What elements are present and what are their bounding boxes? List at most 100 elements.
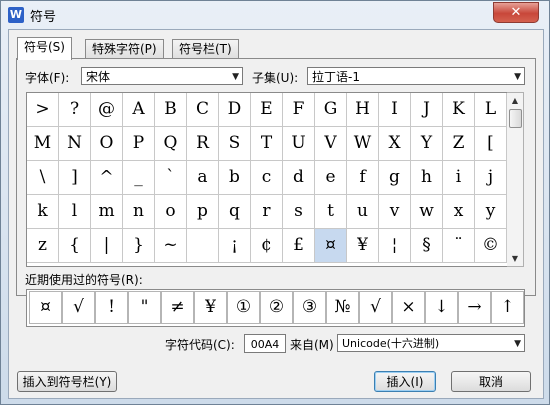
tab-symbol-bar[interactable]: 符号栏(T) xyxy=(172,39,239,59)
symbol-cell[interactable]: a xyxy=(187,161,219,195)
symbol-cell[interactable]: § xyxy=(411,229,443,263)
symbol-cell[interactable]: R xyxy=(187,127,219,161)
recent-symbol-cell[interactable]: ② xyxy=(260,291,293,324)
cancel-button[interactable]: 取消 xyxy=(451,371,531,392)
symbol-cell[interactable]: A xyxy=(123,93,155,127)
symbol-cell[interactable]: p xyxy=(187,195,219,229)
symbol-cell[interactable]: d xyxy=(283,161,315,195)
symbol-cell[interactable]: ? xyxy=(59,93,91,127)
symbol-cell[interactable]: U xyxy=(283,127,315,161)
recent-symbol-cell[interactable]: ① xyxy=(227,291,260,324)
symbol-cell[interactable]: h xyxy=(411,161,443,195)
symbol-cell[interactable]: ¥ xyxy=(347,229,379,263)
symbol-cell[interactable]: H xyxy=(347,93,379,127)
close-button[interactable]: ✕ xyxy=(493,2,539,23)
symbol-cell[interactable]: c xyxy=(251,161,283,195)
symbol-cell[interactable]: q xyxy=(219,195,251,229)
recent-symbol-cell[interactable]: ¥ xyxy=(194,291,227,324)
symbol-cell[interactable]: ¤ xyxy=(315,229,347,263)
symbol-cell[interactable]: E xyxy=(251,93,283,127)
scroll-up-arrow-icon[interactable]: ▲ xyxy=(507,93,523,108)
symbol-cell[interactable]: r xyxy=(251,195,283,229)
recent-symbol-cell[interactable]: √ xyxy=(62,291,95,324)
symbol-cell[interactable]: w xyxy=(411,195,443,229)
symbol-grid-scrollbar[interactable]: ▲ ▼ xyxy=(507,92,524,267)
symbol-cell[interactable]: s xyxy=(283,195,315,229)
recent-symbol-cell[interactable]: № xyxy=(326,291,359,324)
symbol-cell[interactable]: j xyxy=(475,161,507,195)
symbol-cell[interactable]: I xyxy=(379,93,411,127)
symbol-cell[interactable]: W xyxy=(347,127,379,161)
symbol-cell[interactable]: @ xyxy=(91,93,123,127)
scroll-down-arrow-icon[interactable]: ▼ xyxy=(507,251,523,266)
symbol-cell[interactable]: D xyxy=(219,93,251,127)
symbol-cell[interactable]: o xyxy=(155,195,187,229)
symbol-cell[interactable]: P xyxy=(123,127,155,161)
symbol-cell[interactable]: i xyxy=(443,161,475,195)
symbol-cell[interactable]: n xyxy=(123,195,155,229)
symbol-cell[interactable]: _ xyxy=(123,161,155,195)
symbol-cell[interactable]: \ xyxy=(27,161,59,195)
symbol-cell[interactable]: X xyxy=(379,127,411,161)
symbol-cell[interactable]: S xyxy=(219,127,251,161)
tab-special-characters[interactable]: 特殊字符(P) xyxy=(85,39,164,59)
char-code-input[interactable]: 00A4 xyxy=(244,334,286,353)
symbol-cell[interactable]: T xyxy=(251,127,283,161)
recent-symbol-cell[interactable]: ↑ xyxy=(491,291,524,324)
symbol-cell[interactable]: O xyxy=(91,127,123,161)
from-select[interactable]: Unicode(十六进制) ▼ xyxy=(337,334,525,352)
symbol-cell[interactable]: l xyxy=(59,195,91,229)
symbol-cell[interactable]: { xyxy=(59,229,91,263)
symbol-cell[interactable]: > xyxy=(27,93,59,127)
symbol-cell[interactable]: G xyxy=(315,93,347,127)
symbol-cell[interactable]: y xyxy=(475,195,507,229)
recent-symbol-cell[interactable]: √ xyxy=(359,291,392,324)
scrollbar-thumb[interactable] xyxy=(509,109,522,128)
symbol-cell[interactable]: F xyxy=(283,93,315,127)
symbol-cell[interactable] xyxy=(187,229,219,263)
symbol-cell[interactable]: x xyxy=(443,195,475,229)
insert-to-symbol-bar-button[interactable]: 插入到符号栏(Y) xyxy=(17,371,117,392)
symbol-cell[interactable]: ^ xyxy=(91,161,123,195)
symbol-cell[interactable]: [ xyxy=(475,127,507,161)
symbol-cell[interactable]: V xyxy=(315,127,347,161)
symbol-cell[interactable]: | xyxy=(91,229,123,263)
symbol-cell[interactable]: £ xyxy=(283,229,315,263)
symbol-cell[interactable]: k xyxy=(27,195,59,229)
symbol-cell[interactable]: Z xyxy=(443,127,475,161)
recent-symbol-cell[interactable]: × xyxy=(392,291,425,324)
symbol-cell[interactable]: Y xyxy=(411,127,443,161)
symbol-cell[interactable]: Q xyxy=(155,127,187,161)
symbol-cell[interactable]: f xyxy=(347,161,379,195)
tab-symbols[interactable]: 符号(S) xyxy=(17,37,72,60)
symbol-cell[interactable]: ¡ xyxy=(219,229,251,263)
recent-symbol-cell[interactable]: ↓ xyxy=(425,291,458,324)
recent-symbol-cell[interactable]: ≠ xyxy=(161,291,194,324)
symbol-cell[interactable]: } xyxy=(123,229,155,263)
symbol-cell[interactable]: v xyxy=(379,195,411,229)
symbol-cell[interactable]: g xyxy=(379,161,411,195)
symbol-cell[interactable]: © xyxy=(475,229,507,263)
recent-symbol-cell[interactable]: ¤ xyxy=(29,291,62,324)
symbol-cell[interactable]: u xyxy=(347,195,379,229)
title-bar[interactable]: W 符号 ✕ xyxy=(1,1,549,28)
symbol-cell[interactable]: ¨ xyxy=(443,229,475,263)
symbol-cell[interactable]: J xyxy=(411,93,443,127)
recent-symbol-cell[interactable]: → xyxy=(458,291,491,324)
symbol-cell[interactable]: ` xyxy=(155,161,187,195)
symbol-cell[interactable]: ~ xyxy=(155,229,187,263)
symbol-cell[interactable]: b xyxy=(219,161,251,195)
insert-button[interactable]: 插入(I) xyxy=(374,371,436,392)
recent-symbol-cell[interactable]: ! xyxy=(95,291,128,324)
symbol-cell[interactable]: e xyxy=(315,161,347,195)
symbol-cell[interactable]: L xyxy=(475,93,507,127)
recent-symbol-cell[interactable]: " xyxy=(128,291,161,324)
symbol-cell[interactable]: N xyxy=(59,127,91,161)
symbol-cell[interactable]: m xyxy=(91,195,123,229)
symbol-cell[interactable]: C xyxy=(187,93,219,127)
subset-select[interactable]: 拉丁语-1 ▼ xyxy=(307,67,525,85)
symbol-cell[interactable]: B xyxy=(155,93,187,127)
font-select[interactable]: 宋体 ▼ xyxy=(81,67,243,85)
symbol-cell[interactable]: ] xyxy=(59,161,91,195)
symbol-cell[interactable]: ¦ xyxy=(379,229,411,263)
